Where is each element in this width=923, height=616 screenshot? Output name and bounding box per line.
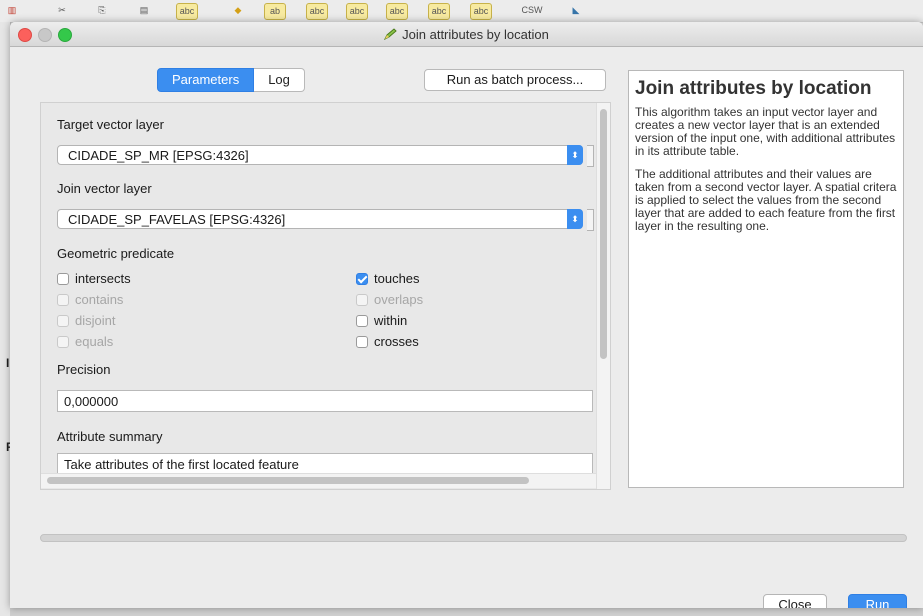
toolbar-label: abc <box>309 6 325 16</box>
tab-bar: Parameters Log <box>157 68 305 92</box>
label-tool-icon[interactable]: abc <box>386 3 408 20</box>
checkbox[interactable] <box>57 314 69 327</box>
checkbox-label: within <box>374 313 408 328</box>
target-layer-label: Target vector layer <box>57 117 164 132</box>
join-layer-label: Join vector layer <box>57 181 152 196</box>
label-tool-icon[interactable]: abc <box>428 3 450 20</box>
join-layer-value: CIDADE_SP_FAVELAS [EPSG:4326] <box>68 212 286 227</box>
run-button[interactable]: Run <box>848 594 907 608</box>
join-layer-select[interactable]: CIDADE_SP_FAVELAS [EPSG:4326] ⬍ <box>57 209 583 229</box>
join-attributes-dialog: Join attributes by location Parameters L… <box>10 22 923 608</box>
tab-parameters[interactable]: Parameters <box>157 68 255 92</box>
vertical-scroll-thumb[interactable] <box>600 109 607 359</box>
scissors-icon[interactable]: ✂ <box>52 3 72 18</box>
background-toolbar: ▥ ✂ ⎘ ▤ abc ◆ ab abc abc abc abc abc CSW… <box>0 0 923 23</box>
predicate-intersects[interactable]: intersects <box>57 271 131 286</box>
predicate-contains[interactable]: contains <box>57 292 123 307</box>
attribute-summary-select[interactable]: Take attributes of the first located fea… <box>57 453 593 475</box>
checkbox-label: contains <box>75 292 124 307</box>
updown-chevron-icon: ⬍ <box>567 209 583 229</box>
window-title-text: Join attributes by location <box>402 27 549 42</box>
window-title: Join attributes by location <box>10 27 923 42</box>
predicate-touches[interactable]: touches <box>356 271 420 286</box>
checkbox[interactable] <box>57 335 69 348</box>
help-paragraph: This algorithm takes an input vector lay… <box>635 105 896 158</box>
predicate-crosses[interactable]: crosses <box>356 334 419 349</box>
predicate-within[interactable]: within <box>356 313 407 328</box>
join-layer-options-button[interactable] <box>587 209 594 231</box>
help-title: Join attributes by location <box>635 78 872 99</box>
checkbox[interactable] <box>57 272 69 285</box>
checkbox[interactable] <box>57 293 69 306</box>
predicate-overlaps[interactable]: overlaps <box>356 292 423 307</box>
checkbox[interactable] <box>356 314 368 327</box>
precision-label: Precision <box>57 362 111 377</box>
paste-icon[interactable]: ▤ <box>134 3 154 18</box>
target-layer-options-button[interactable] <box>587 145 594 167</box>
checkbox[interactable] <box>356 335 368 348</box>
title-bar[interactable]: Join attributes by location <box>10 22 923 47</box>
progress-bar <box>40 534 907 542</box>
checkbox-label: intersects <box>75 271 131 286</box>
precision-input[interactable]: 0,000000 <box>57 390 593 412</box>
attribute-summary-label: Attribute summary <box>57 429 163 444</box>
checkbox[interactable] <box>356 272 368 285</box>
label-tool-icon[interactable]: abc <box>470 3 492 20</box>
checkbox-label: overlaps <box>374 292 424 307</box>
layer-icon[interactable]: ▥ <box>2 3 22 18</box>
toolbar-label: abc <box>431 6 447 16</box>
parameters-panel: Target vector layer CIDADE_SP_MR [EPSG:4… <box>40 102 611 490</box>
pencil-icon <box>384 28 397 40</box>
predicate-equals[interactable]: equals <box>57 334 113 349</box>
csw-icon[interactable]: CSW <box>518 3 546 18</box>
label-tool-icon[interactable]: abc <box>346 3 368 20</box>
toolbar-label: abc <box>179 6 195 16</box>
python-icon[interactable]: ◣ <box>566 3 586 18</box>
vertical-scrollbar[interactable] <box>596 103 610 489</box>
label-tool-icon[interactable]: abc <box>306 3 328 20</box>
run-batch-button[interactable]: Run as batch process... <box>424 69 606 91</box>
target-layer-value: CIDADE_SP_MR [EPSG:4326] <box>68 148 249 163</box>
copy-icon[interactable]: ⎘ <box>92 3 112 18</box>
close-button[interactable]: Close <box>763 594 827 608</box>
toolbar-label: CSW <box>521 5 543 15</box>
pin-icon[interactable]: ◆ <box>228 3 248 18</box>
checkbox-label: equals <box>75 334 114 349</box>
target-layer-select[interactable]: CIDADE_SP_MR [EPSG:4326] ⬍ <box>57 145 583 165</box>
label-tool-icon[interactable]: ab <box>264 3 286 20</box>
toolbar-label: abc <box>473 6 489 16</box>
geometric-predicate-label: Geometric predicate <box>57 246 175 261</box>
horizontal-scrollbar[interactable] <box>41 473 596 488</box>
tab-log[interactable]: Log <box>254 68 305 92</box>
toolbar-label: abc <box>349 6 365 16</box>
checkbox-label: disjoint <box>75 313 116 328</box>
checkbox[interactable] <box>356 293 368 306</box>
help-panel: Join attributes by location This algorit… <box>628 70 904 488</box>
horizontal-scroll-thumb[interactable] <box>47 477 529 484</box>
predicate-disjoint[interactable]: disjoint <box>57 313 115 328</box>
updown-chevron-icon: ⬍ <box>567 145 583 165</box>
toolbar-label: abc <box>389 6 405 16</box>
checkbox-label: crosses <box>374 334 419 349</box>
help-paragraph: The additional attributes and their valu… <box>635 167 897 233</box>
label-tool-icon[interactable]: abc <box>176 3 198 20</box>
checkbox-label: touches <box>374 271 420 286</box>
toolbar-label: ab <box>269 6 280 16</box>
